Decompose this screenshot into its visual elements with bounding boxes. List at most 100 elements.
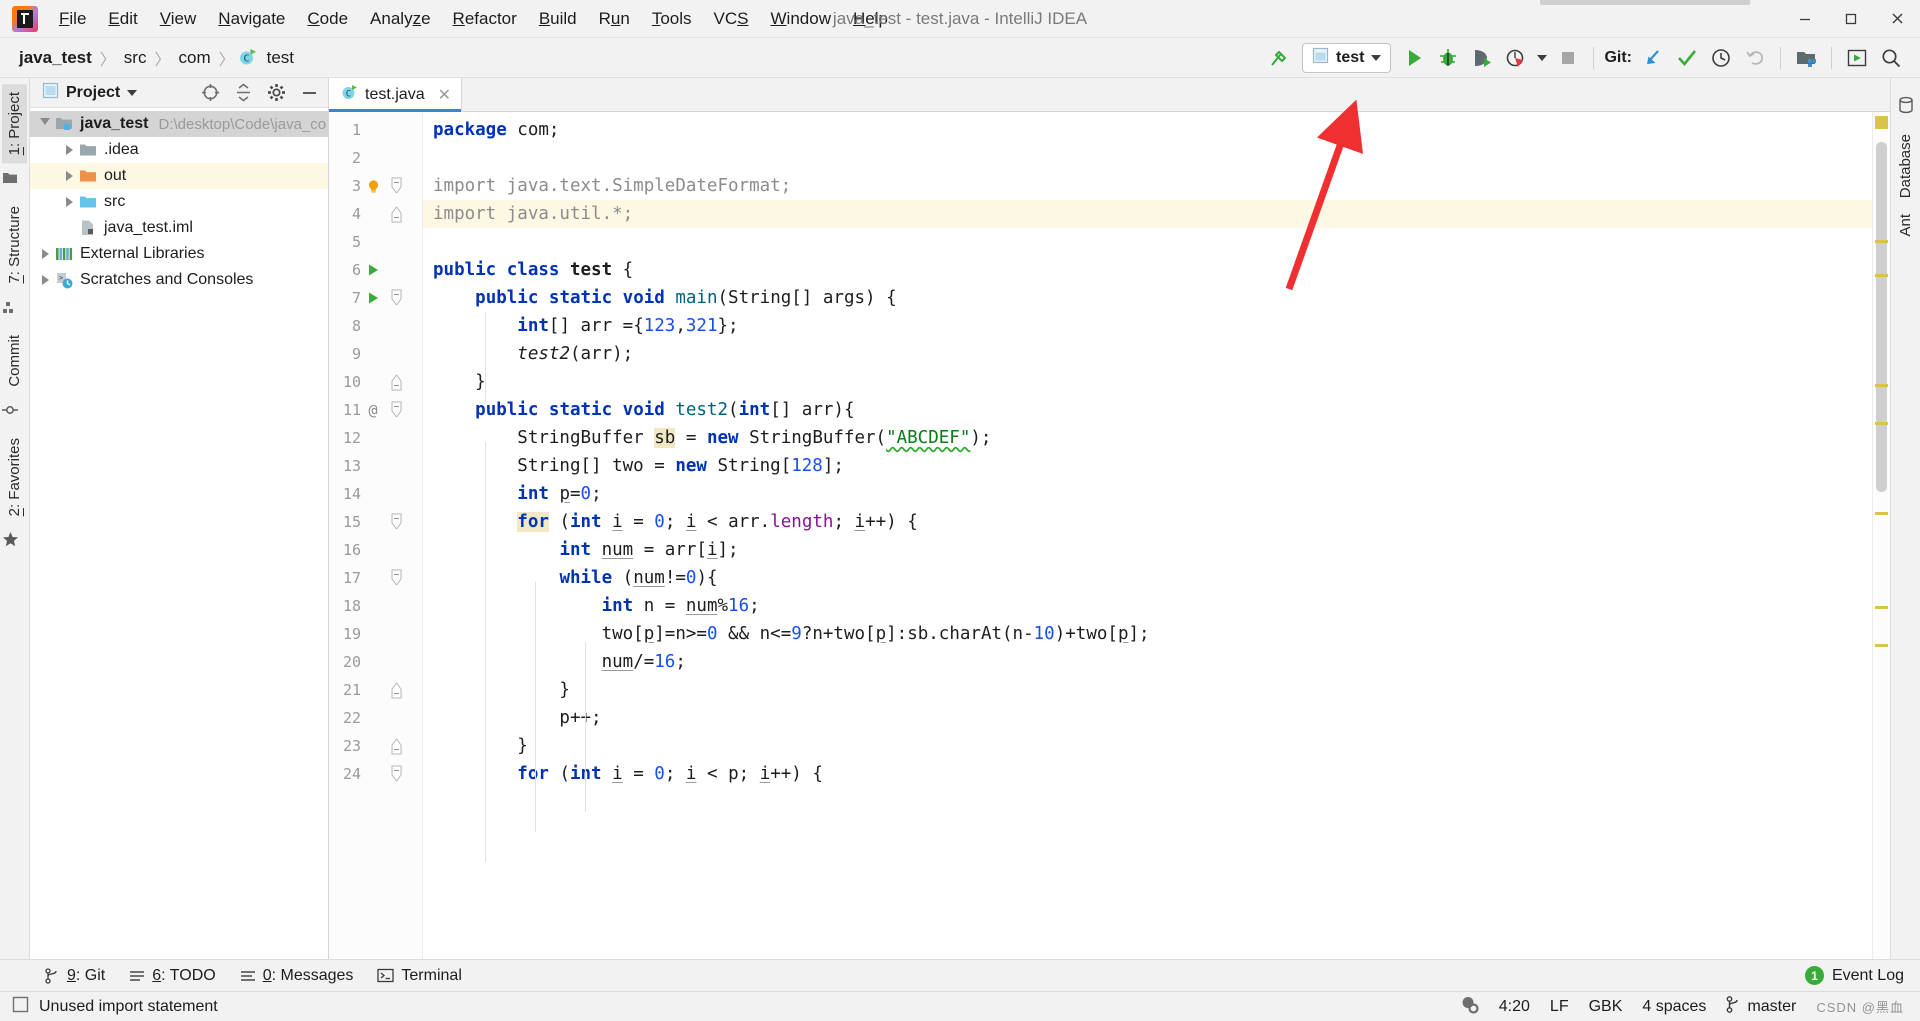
line-separator[interactable]: LF [1550,998,1569,1016]
code-line-2[interactable] [423,144,1872,172]
breadcrumb-item-src[interactable]: src [119,46,152,70]
git-commit-button[interactable] [1670,41,1704,75]
tree-node-idea[interactable]: .idea [30,137,328,163]
gutter-line-13[interactable]: 13 [329,452,422,480]
gutter-line-21[interactable]: 21 [329,676,422,704]
code-line-18[interactable]: int n = num%16; [423,592,1872,620]
code-line-6[interactable]: public class test { [423,256,1872,284]
code-fold-handle[interactable] [385,733,407,759]
tool-window-tab-database[interactable]: Database [1893,126,1918,206]
tool-window-tab-1-project[interactable]: 1: Project [2,84,27,164]
gutter-line-15[interactable]: 15 [329,508,422,536]
search-everywhere-button[interactable] [1874,41,1908,75]
code-line-12[interactable]: StringBuffer sb = new StringBuffer("ABCD… [423,424,1872,452]
run-gutter-icon[interactable] [361,263,385,277]
build-project-button[interactable] [1262,41,1296,75]
tool-window-tab-2-favorites[interactable]: 2: Favorites [2,430,27,524]
gutter-line-2[interactable]: 2 [329,144,422,172]
project-tree[interactable]: java_test D:\desktop\Code\java_co .idea out… [30,108,328,959]
code-fold-handle[interactable] [385,565,407,591]
annotation-marker-icon[interactable]: @ [361,401,385,419]
gutter-line-1[interactable]: 1 [329,116,422,144]
profiler-button[interactable] [1499,41,1533,75]
breadcrumb-item-java_test[interactable]: java_test [14,46,97,70]
menu-item-edit[interactable]: Edit [97,6,148,32]
menu-item-window[interactable]: Window [760,6,842,32]
code-line-23[interactable]: } [423,732,1872,760]
code-fold-handle[interactable] [385,677,407,703]
gutter-line-11[interactable]: 11 @ [329,396,422,424]
close-button[interactable] [1874,0,1920,38]
editor-gutter[interactable]: 1 2 3 4 5 6 7 8 9 10 11 @12 13 14 15 16 17 18 19 20 21 22 23 24 [329,112,423,959]
collapse-all-button[interactable] [230,80,256,106]
code-line-3[interactable]: import java.text.SimpleDateFormat; [423,172,1872,200]
tree-node-external-libraries[interactable]: External Libraries [30,241,328,267]
code-fold-handle[interactable] [385,761,407,787]
gutter-line-4[interactable]: 4 [329,200,422,228]
open-settings-button[interactable] [1789,41,1823,75]
event-log-label[interactable]: Event Log [1832,967,1904,985]
menu-item-tools[interactable]: Tools [641,6,703,32]
code-line-7[interactable]: public static void main(String[] args) { [423,284,1872,312]
gutter-line-20[interactable]: 20 [329,648,422,676]
menu-item-run[interactable]: Run [588,6,641,32]
code-fold-handle[interactable] [385,369,407,395]
gutter-line-16[interactable]: 16 [329,536,422,564]
menu-item-navigate[interactable]: Navigate [207,6,296,32]
editor-scrollbar-thumb[interactable] [1876,142,1887,492]
error-stripe-marker-bar[interactable] [1872,112,1890,959]
error-stripe-mark[interactable] [1875,384,1888,387]
git-branch-widget[interactable]: master [1726,995,1796,1018]
chevron-down-icon[interactable] [36,118,54,130]
chevron-right-icon[interactable] [60,171,78,181]
code-line-10[interactable]: } [423,368,1872,396]
bottom-tab-9-git[interactable]: 9: Git [34,964,115,988]
code-fold-handle[interactable] [385,201,407,227]
tool-window-tab-7-structure[interactable]: 7: Structure [2,198,27,292]
gutter-line-6[interactable]: 6 [329,256,422,284]
debug-button[interactable] [1431,41,1465,75]
code-line-17[interactable]: while (num!=0){ [423,564,1872,592]
maximize-button[interactable] [1828,0,1874,38]
close-icon[interactable]: ✕ [438,85,451,105]
gutter-line-3[interactable]: 3 [329,172,422,200]
error-stripe-mark[interactable] [1875,644,1888,647]
code-line-1[interactable]: package com; [423,116,1872,144]
gutter-line-8[interactable]: 8 [329,312,422,340]
menu-item-build[interactable]: Build [528,6,588,32]
code-line-13[interactable]: String[] two = new String[128]; [423,452,1872,480]
hide-panel-button[interactable] [296,80,322,106]
gutter-line-19[interactable]: 19 [329,620,422,648]
run-button[interactable] [1397,41,1431,75]
code-line-20[interactable]: num/=16; [423,648,1872,676]
code-line-11[interactable]: public static void test2(int[] arr){ [423,396,1872,424]
inspection-profile-icon[interactable] [1460,995,1479,1019]
profiler-dropdown[interactable] [1533,41,1551,75]
code-fold-handle[interactable] [385,285,407,311]
code-fold-handle[interactable] [385,509,407,535]
error-stripe-mark[interactable] [1875,606,1888,609]
code-line-4[interactable]: import java.util.*; [423,200,1872,228]
gutter-line-24[interactable]: 24 [329,760,422,788]
gutter-line-18[interactable]: 18 [329,592,422,620]
code-line-8[interactable]: int[] arr ={123,321}; [423,312,1872,340]
tree-node-java-test-iml[interactable]: java_test.iml [30,215,328,241]
error-stripe-mark[interactable] [1875,240,1888,243]
intention-bulb-icon[interactable] [361,179,385,194]
code-line-24[interactable]: for (int i = 0; i < p; i++) { [423,760,1872,788]
menu-item-help[interactable]: Help [842,6,899,32]
gutter-line-9[interactable]: 9 [329,340,422,368]
tree-node-java-test[interactable]: java_test D:\desktop\Code\java_co [30,111,328,137]
code-line-15[interactable]: for (int i = 0; i < arr.length; i++) { [423,508,1872,536]
bottom-tab-6-todo[interactable]: 6: TODO [119,964,225,988]
run-with-coverage-button[interactable] [1465,41,1499,75]
code-fold-handle[interactable] [385,397,407,423]
menu-item-file[interactable]: File [48,6,97,32]
bottom-tab-0-messages[interactable]: 0: Messages [230,964,364,988]
tree-node-src[interactable]: src [30,189,328,215]
project-settings-button[interactable] [263,80,289,106]
file-encoding[interactable]: GBK [1589,998,1623,1016]
error-stripe-mark[interactable] [1875,422,1888,425]
menu-item-analyze[interactable]: Analyze [359,6,442,32]
code-line-19[interactable]: two[p]=n>=0 && n<=9?n+two[p]:sb.charAt(n… [423,620,1872,648]
